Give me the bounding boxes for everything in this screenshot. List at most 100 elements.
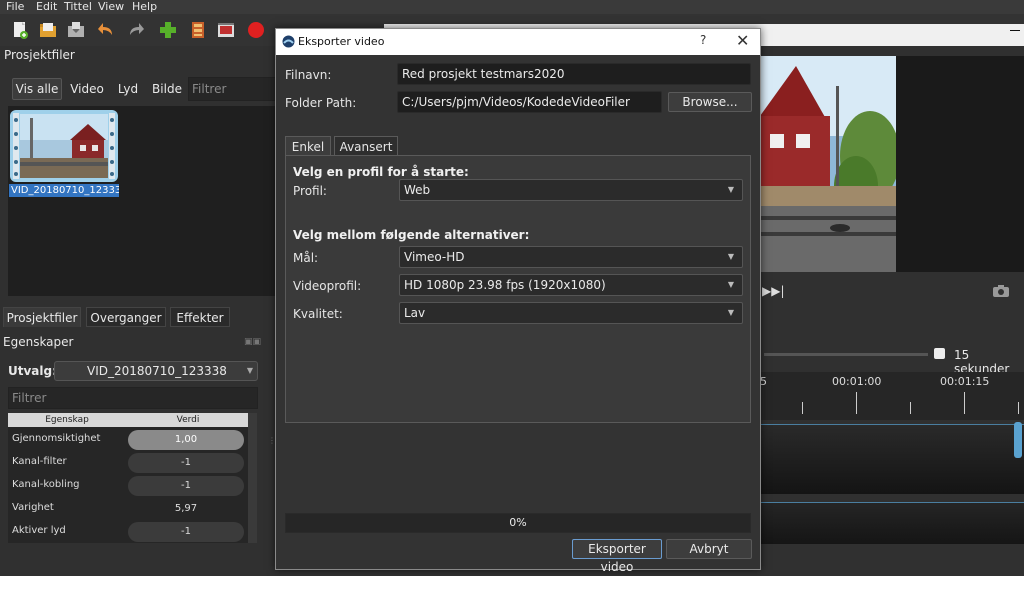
timeline-scrollbar[interactable]	[1014, 422, 1022, 458]
redo-icon[interactable]	[126, 20, 146, 40]
tab-project-files[interactable]: Prosjektfiler	[3, 307, 81, 327]
zoom-checkbox[interactable]	[934, 348, 945, 359]
preview-right-area	[896, 56, 1024, 272]
ruler-tick	[802, 402, 803, 414]
profile-icon[interactable]	[188, 20, 208, 40]
profile-value: Web	[404, 183, 431, 197]
folder-path-label: Folder Path:	[285, 96, 357, 110]
property-value: 5,97	[174, 503, 198, 514]
camera-icon[interactable]	[993, 285, 1009, 297]
video-profile-dropdown[interactable]: HD 1080p 23.98 fps (1920x1080) ▼	[399, 274, 743, 296]
property-value-slider[interactable]: -1	[128, 476, 244, 496]
filter-image-button[interactable]: Bilde	[148, 78, 186, 100]
property-value-slider[interactable]: -1	[128, 453, 244, 473]
table-row: Aktiver lyd -1	[8, 520, 248, 543]
options-section-heading: Velg mellom følgende alternativer:	[293, 228, 530, 242]
property-name: Kanal-filter	[12, 456, 67, 467]
splitter-handle[interactable]: ⋮	[268, 436, 276, 450]
file-thumbnail[interactable]	[10, 110, 118, 182]
ruler-tick	[856, 392, 857, 414]
chevron-down-icon: ▼	[727, 252, 734, 261]
new-project-icon[interactable]	[10, 20, 30, 40]
tab-transitions[interactable]: Overganger	[86, 307, 166, 327]
import-files-icon[interactable]	[158, 20, 178, 40]
video-preview	[760, 56, 896, 272]
selection-value: VID_20180710_123338	[87, 364, 227, 378]
menu-view[interactable]: View	[98, 0, 124, 13]
project-files-title: Prosjektfiler	[4, 48, 75, 62]
tab-advanced[interactable]: Avansert	[334, 136, 398, 156]
property-name: Varighet	[12, 502, 54, 513]
filter-audio-button[interactable]: Lyd	[112, 78, 144, 100]
export-progress-bar: 0%	[285, 513, 751, 533]
timeline-track[interactable]	[760, 502, 1024, 544]
profile-label: Profil:	[293, 184, 327, 198]
ruler-tick	[964, 392, 965, 414]
profile-dropdown[interactable]: Web ▼	[399, 179, 743, 201]
column-header-property[interactable]: Egenskap	[8, 413, 126, 427]
menu-tittel[interactable]: Tittel	[64, 0, 92, 13]
fullscreen-icon[interactable]	[216, 20, 236, 40]
export-video-dialog: Eksporter video ? ✕ Filnavn: Red prosjek…	[275, 28, 761, 574]
chevron-down-icon: ▼	[246, 366, 253, 375]
undo-icon[interactable]	[96, 20, 116, 40]
filter-video-button[interactable]: Video	[66, 78, 108, 100]
property-name: Kanal-kobling	[12, 479, 80, 490]
filter-show-all-button[interactable]: Vis alle	[12, 78, 62, 100]
timeline-track[interactable]	[760, 424, 1024, 494]
ruler-tick	[910, 402, 911, 414]
menu-edit[interactable]: Edit	[36, 0, 57, 13]
chevron-down-icon: ▼	[727, 308, 734, 317]
close-icon[interactable]: ✕	[736, 31, 749, 50]
record-icon[interactable]	[246, 20, 266, 40]
video-profile-value: HD 1080p 23.98 fps (1920x1080)	[404, 278, 606, 292]
files-filter-input[interactable]: Filtrer	[188, 77, 280, 101]
minimize-icon[interactable]	[1010, 30, 1020, 31]
filename-label: Filnavn:	[285, 68, 332, 82]
target-dropdown[interactable]: Vimeo-HD ▼	[399, 246, 743, 268]
open-project-icon[interactable]	[38, 20, 58, 40]
app-window: File Edit Tittel View Help Prosjektfiler…	[0, 0, 1024, 576]
target-value: Vimeo-HD	[404, 250, 465, 264]
property-value-slider[interactable]: -1	[128, 522, 244, 542]
jump-to-end-icon[interactable]: ▶▶|	[762, 284, 785, 298]
menu-help[interactable]: Help	[132, 0, 157, 13]
properties-scrollbar[interactable]	[248, 413, 257, 543]
ruler-mark: 00:01:00	[832, 375, 882, 388]
save-project-icon[interactable]	[66, 20, 86, 40]
browse-button[interactable]: Browse...	[668, 92, 752, 112]
zoom-slider[interactable]	[764, 353, 928, 356]
table-row: Varighet 5,97	[8, 497, 248, 520]
bottom-strip	[0, 576, 1024, 592]
profile-section-heading: Velg en profil for å starte:	[293, 165, 469, 179]
quality-dropdown[interactable]: Lav ▼	[399, 302, 743, 324]
folder-path-field[interactable]: C:/Users/pjm/Videos/KodedeVideoFiler	[397, 91, 662, 113]
properties-table-header: Egenskap Verdi	[8, 413, 248, 427]
file-name-label[interactable]: VID_20180710_12333...	[9, 184, 119, 197]
filename-field[interactable]: Red prosjekt testmars2020	[397, 63, 751, 85]
properties-title: Egenskaper	[3, 335, 74, 349]
openshot-logo-icon	[282, 35, 295, 48]
cancel-button[interactable]: Avbryt	[666, 539, 752, 559]
table-row: Kanal-kobling -1	[8, 474, 248, 497]
tab-simple[interactable]: Enkel	[285, 136, 331, 156]
properties-filter-input[interactable]: Filtrer	[8, 387, 258, 409]
help-icon[interactable]: ?	[700, 33, 706, 47]
dialog-title: Eksporter video	[298, 35, 385, 48]
tab-effects[interactable]: Effekter	[170, 307, 230, 327]
column-header-value[interactable]: Verdi	[128, 413, 248, 427]
selection-label: Utvalg:	[8, 364, 57, 378]
panel-float-close-icons[interactable]: ▣▣	[244, 337, 268, 347]
dialog-titlebar[interactable]: Eksporter video ? ✕	[276, 29, 760, 55]
property-value-slider[interactable]: 1,00	[128, 430, 244, 450]
selection-dropdown[interactable]: VID_20180710_123338 ▼	[54, 361, 258, 381]
ruler-mark: 00:01:15	[940, 375, 990, 388]
file-list: VID_20180710_12333...	[8, 106, 280, 296]
timeline-ruler[interactable]: 5 00:01:00 00:01:15	[760, 372, 1024, 420]
video-profile-label: Videoprofil:	[293, 279, 362, 293]
chevron-down-icon: ▼	[727, 280, 734, 289]
table-row: Kanal-filter -1	[8, 451, 248, 474]
ruler-mark: 5	[760, 375, 767, 388]
export-video-button[interactable]: Eksporter video	[572, 539, 662, 574]
menu-file[interactable]: File	[6, 0, 24, 13]
